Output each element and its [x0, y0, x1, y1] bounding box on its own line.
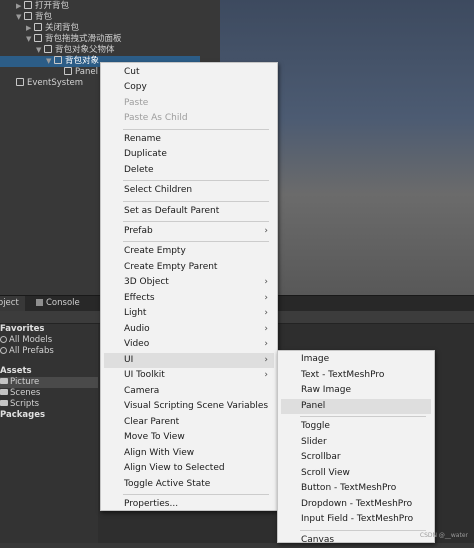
menu-separator — [300, 530, 426, 531]
menu-item-properties[interactable]: Properties... — [104, 497, 274, 512]
menu-item-rename[interactable]: Rename — [104, 132, 274, 147]
menu-separator — [123, 241, 269, 242]
cube-icon — [64, 67, 72, 75]
menu-item-create-empty[interactable]: Create Empty — [104, 244, 274, 259]
menu-item-ui-toolkit[interactable]: UI Toolkit › — [104, 368, 274, 383]
menu-item-cut[interactable]: Cut — [104, 65, 274, 80]
submenu-item-image[interactable]: Image — [281, 352, 431, 367]
menu-item-move-to-view[interactable]: Move To View — [104, 430, 274, 445]
menu-item-paste-as-child: Paste As Child — [124, 113, 188, 123]
menu-item-create-empty-parent[interactable]: Create Empty Parent — [104, 260, 274, 275]
menu-separator — [300, 416, 426, 417]
menu-separator — [123, 221, 269, 222]
menu-item-select-children[interactable]: Select Children — [104, 183, 274, 198]
chevron-right-icon: › — [264, 277, 268, 287]
hierarchy-item[interactable]: EventSystem — [16, 78, 83, 89]
menu-item-set-default-parent[interactable]: Set as Default Parent — [104, 204, 274, 219]
menu-item-ui[interactable]: UI › — [104, 353, 274, 368]
menu-separator — [123, 201, 269, 202]
menu-item-effects[interactable]: Effects › — [104, 291, 274, 306]
chevron-right-icon: › — [264, 324, 268, 334]
folder-icon — [0, 389, 8, 395]
menu-item-duplicate[interactable]: Duplicate — [104, 147, 274, 162]
chevron-right-icon: › — [264, 293, 268, 303]
menu-item-prefab[interactable]: Prefab › — [104, 224, 274, 239]
menu-item-clear-parent[interactable]: Clear Parent — [104, 415, 274, 430]
folder-icon — [0, 400, 8, 406]
menu-item-camera[interactable]: Camera — [104, 384, 274, 399]
hierarchy-item[interactable]: Panel — [64, 67, 98, 78]
submenu-item-button-textmeshpro[interactable]: Button - TextMeshPro — [281, 481, 431, 496]
tab-console[interactable]: Console — [30, 296, 86, 311]
tab-project[interactable]: oject — [0, 296, 25, 311]
cube-icon — [54, 56, 62, 64]
project-item-scenes[interactable]: Scenes — [0, 388, 98, 399]
cube-icon — [44, 45, 52, 53]
watermark: CSDN @__water — [419, 532, 468, 539]
submenu-item-text-textmeshpro[interactable]: Text - TextMeshPro — [281, 368, 431, 383]
menu-item-visual-scripting-scene-variables[interactable]: Visual Scripting Scene Variables — [104, 399, 274, 414]
menu-item-toggle-active-state[interactable]: Toggle Active State — [104, 477, 274, 492]
console-icon — [36, 299, 43, 306]
project-item-picture[interactable]: Picture — [0, 377, 98, 388]
chevron-right-icon: › — [264, 339, 268, 349]
chevron-right-icon: › — [264, 308, 268, 318]
search-icon — [0, 336, 7, 343]
menu-item-align-with-view[interactable]: Align With View — [104, 446, 274, 461]
menu-item-align-view-to-selected[interactable]: Align View to Selected — [104, 461, 274, 476]
search-icon — [0, 347, 7, 354]
chevron-right-icon: › — [264, 370, 268, 380]
menu-item-light[interactable]: Light › — [104, 306, 274, 321]
menu-separator — [123, 180, 269, 181]
folder-icon — [0, 378, 8, 384]
cube-icon — [34, 34, 42, 42]
submenu-item-panel[interactable]: Panel — [281, 399, 431, 414]
ui-submenu: Image Text - TextMeshPro Raw Image Panel… — [277, 350, 435, 545]
project-packages-header[interactable]: Packages — [0, 410, 98, 421]
submenu-item-scroll-view[interactable]: Scroll View — [281, 466, 431, 481]
submenu-item-scrollbar[interactable]: Scrollbar — [281, 450, 431, 465]
hierarchy-item[interactable]: ▶ 打开背包 — [16, 1, 69, 12]
menu-item-audio[interactable]: Audio › — [104, 322, 274, 337]
collapse-arrow-icon[interactable]: ▶ — [16, 1, 24, 12]
submenu-item-toggle[interactable]: Toggle — [281, 419, 431, 434]
project-item-scripts[interactable]: Scripts — [0, 399, 98, 410]
project-favorites-header[interactable]: Favorites — [0, 324, 98, 335]
menu-item-3d-object[interactable]: 3D Object › — [104, 275, 274, 290]
hierarchy-item[interactable]: ▶ 关闭背包 — [26, 23, 79, 34]
expand-arrow-icon[interactable]: ▼ — [36, 45, 44, 56]
hierarchy-item[interactable]: ▼ 背包拖拽式滑动面板 — [26, 34, 122, 45]
submenu-item-input-field-textmeshpro[interactable]: Input Field - TextMeshPro — [281, 512, 431, 527]
chevron-right-icon: › — [264, 226, 268, 236]
cube-icon — [24, 1, 32, 9]
chevron-right-icon: › — [264, 355, 268, 365]
menu-item-copy[interactable]: Copy — [104, 80, 274, 95]
submenu-item-raw-image[interactable]: Raw Image — [281, 383, 431, 398]
expand-arrow-icon[interactable]: ▼ — [46, 56, 54, 67]
cube-icon — [24, 12, 32, 20]
submenu-item-slider[interactable]: Slider — [281, 435, 431, 450]
menu-separator — [123, 494, 269, 495]
cube-icon — [16, 78, 24, 86]
menu-item-paste: Paste — [124, 98, 149, 108]
collapse-arrow-icon[interactable]: ▶ — [26, 23, 34, 34]
context-menu: Cut Copy Paste Paste As Child Rename Dup… — [100, 62, 278, 511]
menu-item-video[interactable]: Video › — [104, 337, 274, 352]
project-assets-header[interactable]: Assets — [0, 366, 98, 377]
hierarchy-item[interactable]: ▼ 背包对象父物体 — [36, 45, 115, 56]
submenu-item-dropdown-textmeshpro[interactable]: Dropdown - TextMeshPro — [281, 497, 431, 512]
project-item-all-models[interactable]: All Models — [0, 335, 98, 346]
project-tree: Favorites All Models All Prefabs Assets … — [0, 324, 98, 543]
expand-arrow-icon[interactable]: ▼ — [16, 12, 24, 23]
menu-separator — [123, 129, 269, 130]
expand-arrow-icon[interactable]: ▼ — [26, 34, 34, 45]
project-item-all-prefabs[interactable]: All Prefabs — [0, 346, 98, 357]
menu-item-delete[interactable]: Delete — [104, 163, 274, 178]
submenu-item-canvas[interactable]: Canvas — [281, 533, 431, 548]
cube-icon — [34, 23, 42, 31]
hierarchy-item[interactable]: ▼ 背包 — [16, 12, 52, 23]
